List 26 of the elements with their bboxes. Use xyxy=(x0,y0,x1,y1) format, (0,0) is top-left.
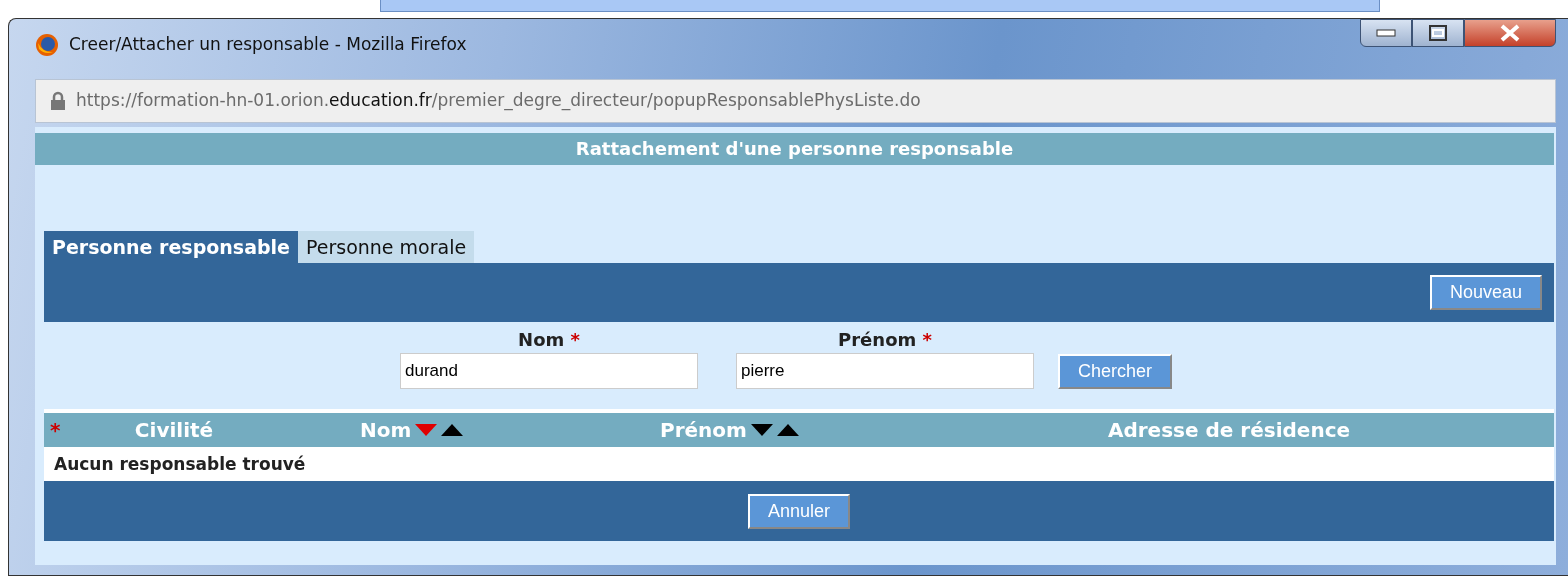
input-field[interactable]: pierre xyxy=(736,353,1034,389)
search-button[interactable]: Chercher xyxy=(1058,354,1173,389)
column-header: Civilité xyxy=(134,417,214,444)
browser-logo-icon xyxy=(35,33,59,57)
maximize-button[interactable] xyxy=(1412,19,1464,47)
maximize-icon xyxy=(1428,24,1448,42)
minimize-icon xyxy=(1376,29,1396,37)
column-header: Adresse de résidence xyxy=(1107,417,1351,444)
field-label: Nom * xyxy=(518,328,580,352)
minimize-button[interactable] xyxy=(1360,19,1412,47)
required-marker: * xyxy=(49,417,61,444)
sort-ascending-icon[interactable] xyxy=(441,424,464,436)
tab[interactable]: Personne morale xyxy=(298,231,475,263)
sort-ascending-icon[interactable] xyxy=(776,424,799,436)
empty-message: Aucun responsable trouvé xyxy=(53,453,307,476)
close-button[interactable] xyxy=(1464,19,1556,47)
input-field[interactable]: durand xyxy=(400,353,698,389)
new-button[interactable]: Nouveau xyxy=(1429,275,1542,310)
page-title: Rattachement d'une personne responsable xyxy=(35,133,1554,165)
tab[interactable]: Personne responsable xyxy=(44,231,298,263)
window-title: Creer/Attacher un responsable - Mozilla Firefox xyxy=(69,33,467,57)
close-icon xyxy=(1499,24,1521,42)
lock-icon xyxy=(50,91,66,111)
sort-descending-icon[interactable] xyxy=(750,424,773,436)
cancel-button[interactable]: Annuler xyxy=(747,493,850,529)
field-label: Prénom * xyxy=(838,328,932,352)
